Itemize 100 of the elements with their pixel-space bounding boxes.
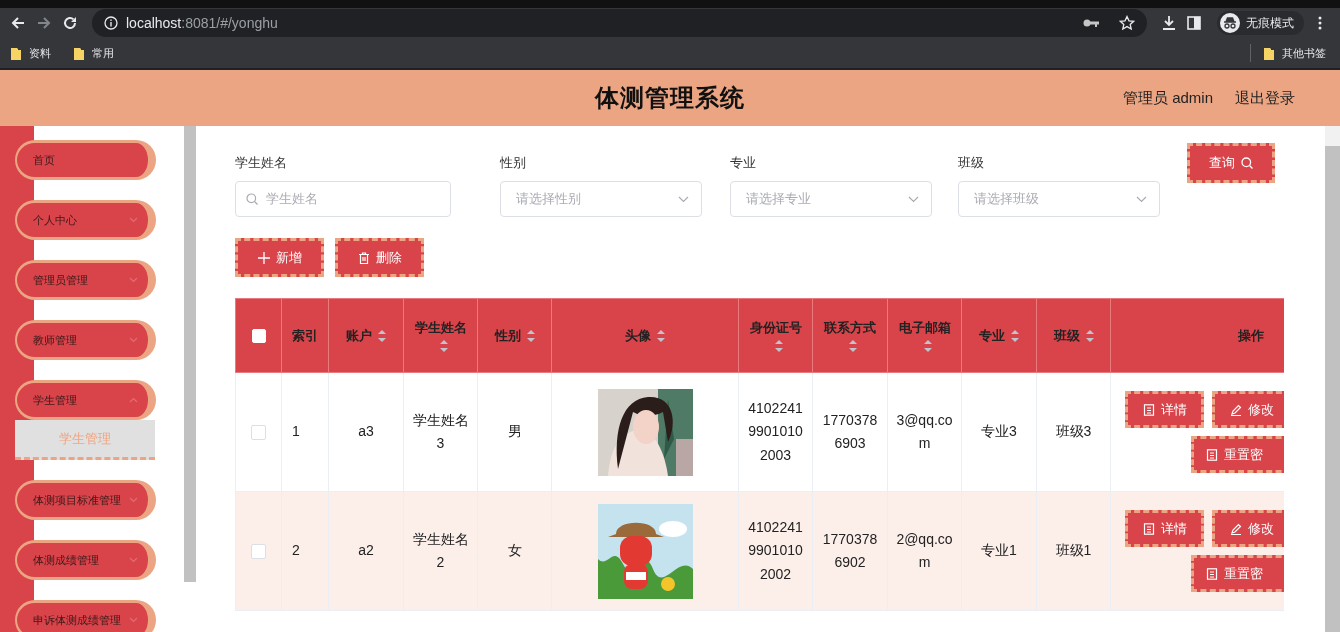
profile-chip[interactable]: 无痕模式 — [1217, 11, 1304, 35]
sort-icon[interactable] — [1011, 330, 1019, 343]
side-panel-icon[interactable] — [1187, 16, 1201, 30]
key-icon[interactable] — [1083, 18, 1099, 28]
menu-item[interactable]: 学生管理 — [15, 380, 156, 420]
column-header[interactable]: 头像 — [551, 298, 739, 373]
table-cell: a3 — [358, 423, 374, 440]
search-button[interactable]: 查询 — [1187, 143, 1275, 183]
table-cell: 17703786903 — [822, 411, 878, 451]
app-title: 体测管理系统 — [595, 83, 745, 113]
bookmark[interactable]: 常用 — [73, 45, 114, 61]
column-header[interactable]: 操作 — [1110, 298, 1284, 373]
edit-button[interactable]: 修改 — [1212, 391, 1284, 428]
folder-icon — [10, 46, 21, 60]
table-cell: 班级3 — [1055, 423, 1092, 440]
checkbox[interactable] — [251, 425, 266, 441]
forward-icon[interactable] — [36, 15, 52, 31]
checkbox[interactable] — [251, 544, 266, 560]
table-cell: 学生姓名3 — [412, 411, 469, 451]
document-icon — [1142, 522, 1155, 535]
scrollbar[interactable] — [184, 126, 196, 582]
sort-icon[interactable] — [1085, 330, 1094, 343]
table-cell: 2@qq.com — [896, 530, 953, 570]
column-header[interactable]: 身份证号 — [738, 298, 813, 373]
field-label: 班级 — [958, 154, 985, 172]
table-cell: 专业3 — [981, 423, 1017, 440]
field-label: 性别 — [500, 154, 527, 172]
sort-icon[interactable] — [378, 330, 386, 343]
menu-item[interactable]: 教师管理 — [15, 320, 156, 360]
back-icon[interactable] — [10, 15, 26, 31]
menu-item[interactable]: 申诉体测成绩管理 — [15, 600, 156, 632]
table-cell: 班级1 — [1055, 542, 1092, 559]
info-icon — [104, 16, 118, 30]
chevron-icon — [678, 195, 689, 203]
menu-item[interactable]: 个人中心 — [15, 200, 156, 240]
sort-icon[interactable] — [849, 339, 857, 352]
table-cell: 女 — [507, 542, 522, 559]
sort-icon[interactable] — [923, 339, 932, 352]
trash-icon — [357, 251, 370, 264]
reset-password-button[interactable]: 重置密 — [1191, 436, 1284, 473]
pencil-icon — [1229, 522, 1242, 535]
select-field[interactable]: 请选择班级 — [958, 181, 1160, 217]
column-header[interactable]: 联系方式 — [812, 298, 888, 373]
delete-button[interactable]: 删除 — [335, 238, 424, 277]
folder-icon — [1263, 46, 1274, 60]
chevron-icon — [1136, 195, 1147, 203]
details-button[interactable]: 详情 — [1125, 391, 1204, 428]
logout-link[interactable]: 退出登录 — [1235, 88, 1295, 108]
table-cell: 1 — [292, 423, 300, 440]
column-header[interactable]: 班级 — [1036, 298, 1111, 373]
document-icon — [1206, 567, 1218, 580]
download-icon[interactable] — [1161, 15, 1177, 31]
table-cell: 2 — [292, 542, 300, 559]
column-header[interactable]: 专业 — [961, 298, 1037, 373]
document-icon — [1206, 448, 1218, 461]
details-button[interactable]: 详情 — [1125, 510, 1204, 547]
column-header[interactable]: 账户 — [328, 298, 404, 373]
bookmark[interactable]: 其他书签 — [1263, 45, 1326, 61]
table-cell: 专业1 — [981, 542, 1017, 559]
address-bar[interactable]: localhost:8081/#/yonghu — [92, 9, 1147, 37]
folder-icon — [73, 46, 84, 60]
add-button[interactable]: 新增 — [235, 238, 324, 277]
select-field[interactable]: 请选择性别 — [500, 181, 702, 217]
column-header[interactable]: 性别 — [477, 298, 552, 373]
sort-icon[interactable] — [526, 330, 535, 343]
incognito-icon — [1220, 13, 1240, 33]
edit-button[interactable]: 修改 — [1212, 510, 1284, 547]
input-field[interactable]: 学生姓名 — [235, 181, 451, 217]
select-field[interactable]: 请选择专业 — [730, 181, 932, 217]
star-icon[interactable] — [1119, 15, 1135, 31]
menu-item[interactable]: 体测成绩管理 — [15, 540, 156, 580]
field-label: 学生姓名 — [235, 154, 288, 172]
user-label: 管理员 admin — [1122, 88, 1213, 108]
column-header[interactable]: 电子邮箱 — [887, 298, 962, 373]
chevron-icon — [908, 195, 919, 203]
column-header[interactable]: 学生姓名 — [403, 298, 478, 373]
document-icon — [1142, 403, 1155, 416]
plus-icon — [257, 251, 270, 264]
sort-icon[interactable] — [774, 339, 783, 352]
menu-item[interactable]: 首页 — [15, 140, 156, 180]
menu-icon[interactable] — [1318, 16, 1322, 30]
reload-icon[interactable] — [62, 15, 78, 31]
menu-item[interactable]: 管理员管理 — [15, 260, 156, 300]
reset-password-button[interactable]: 重置密 — [1191, 555, 1284, 592]
sort-icon[interactable] — [657, 330, 665, 343]
sort-icon[interactable] — [439, 339, 448, 352]
table-cell: 410224199010102002 — [748, 519, 803, 582]
table-cell: 男 — [507, 423, 522, 440]
field-label: 专业 — [730, 154, 757, 172]
bookmark[interactable]: 资料 — [10, 45, 51, 61]
column-header[interactable]: 索引 — [281, 298, 329, 373]
menu-item[interactable]: 体测项目标准管理 — [15, 480, 156, 520]
table-cell: 学生姓名2 — [412, 530, 469, 570]
table-cell: 410224199010102003 — [748, 400, 803, 463]
table-cell: a2 — [358, 542, 374, 559]
table-cell: 3@qq.com — [896, 411, 953, 451]
table-cell: 17703786902 — [822, 530, 878, 570]
pencil-icon — [1229, 403, 1242, 416]
search-icon — [1241, 157, 1253, 169]
scrollbar[interactable] — [1325, 126, 1340, 632]
